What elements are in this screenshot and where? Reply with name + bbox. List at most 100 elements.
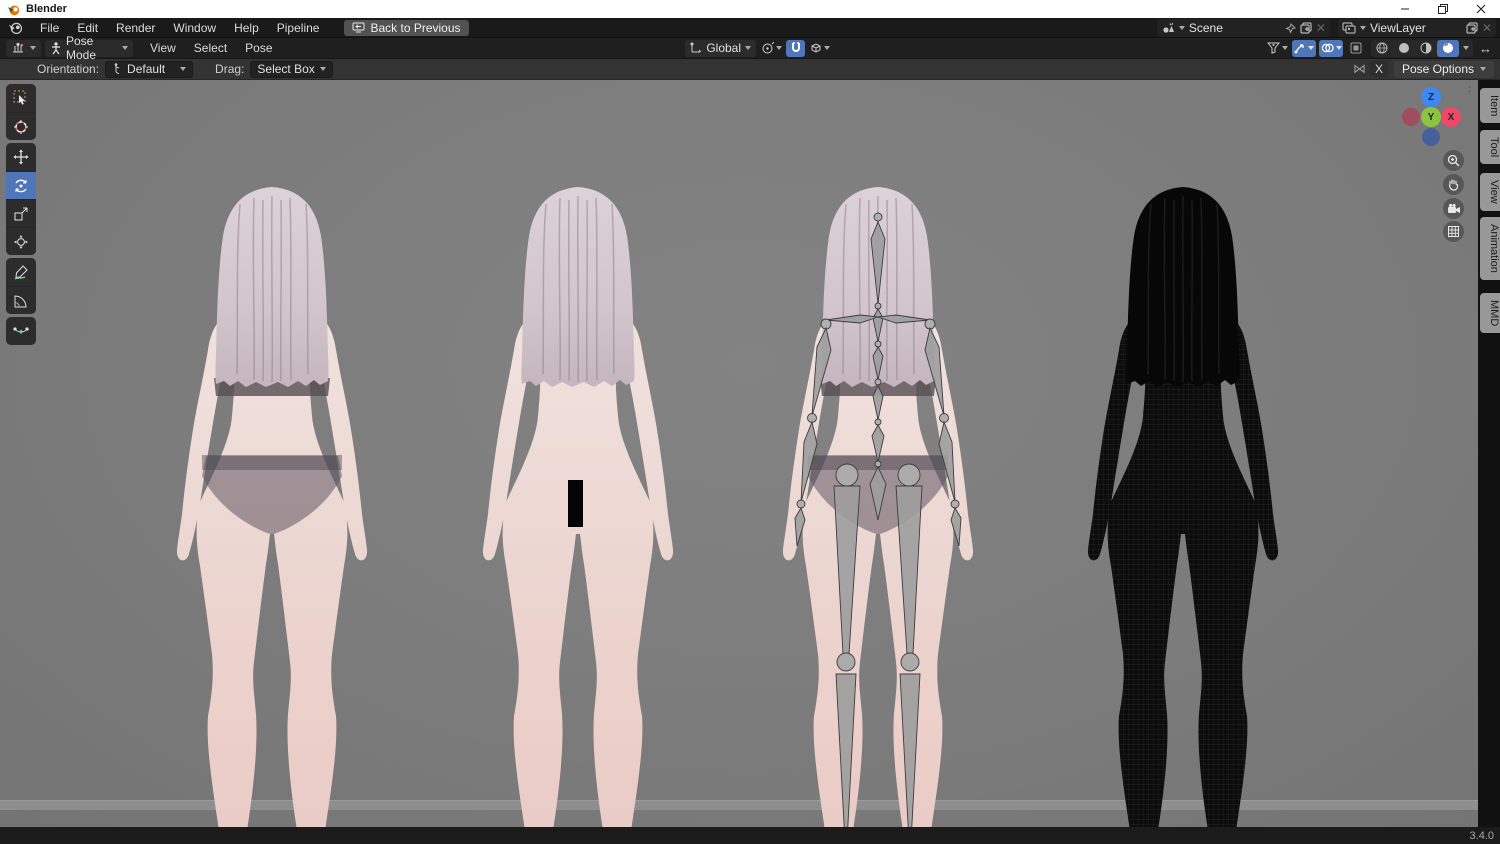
tool-scale[interactable] xyxy=(6,199,36,227)
gizmo-axis-z[interactable]: Z xyxy=(1421,87,1441,107)
flip-region-icon[interactable]: ↔ xyxy=(1479,41,1492,56)
pose-options-dropdown[interactable]: Pose Options xyxy=(1393,60,1494,78)
tool-transform[interactable] xyxy=(6,227,36,255)
mode-selector[interactable]: Pose Mode xyxy=(45,34,133,62)
snap-increment-icon xyxy=(811,43,821,53)
tool-cursor[interactable] xyxy=(6,112,36,140)
pin-icon[interactable] xyxy=(1285,22,1296,34)
menu-select[interactable]: Select xyxy=(185,41,236,55)
viewport-header: Pose Mode View Select Pose Global ↔ xyxy=(0,34,1500,62)
viewlayer-browse-chevron[interactable] xyxy=(1359,26,1366,30)
maximize-button[interactable] xyxy=(1424,0,1462,18)
shading-wireframe-button[interactable] xyxy=(1371,40,1393,57)
pivot-point-selector[interactable] xyxy=(759,40,783,57)
mirror-x-toggle[interactable]: X xyxy=(1369,61,1388,77)
menu-bar: File Edit Render Window Help Pipeline Ba… xyxy=(0,18,1500,38)
orientation-dropdown[interactable]: Default xyxy=(105,60,194,78)
mirror-pose-icon[interactable]: ⋈ xyxy=(1353,61,1366,77)
version-label: 3.4.0 xyxy=(1469,829,1494,842)
show-overlays-toggle[interactable] xyxy=(1319,39,1343,57)
censor-bar xyxy=(568,480,583,527)
drag-label: Drag: xyxy=(215,62,245,76)
perspective-toggle-button[interactable] xyxy=(1443,221,1464,242)
shading-chevron[interactable] xyxy=(1463,46,1469,50)
minimize-button[interactable] xyxy=(1386,0,1424,18)
show-gizmo-toggle[interactable] xyxy=(1292,39,1316,57)
sidebar-collapse-handle[interactable]: : xyxy=(1468,84,1472,95)
shading-rendered-button[interactable] xyxy=(1437,39,1459,57)
scene-selector[interactable]: Scene ✕ xyxy=(1156,19,1330,37)
navigation-gizmo[interactable]: Z X Y xyxy=(1401,87,1461,147)
viewport-3d[interactable]: Z X Y : Item Tool View Animation MMD xyxy=(0,80,1500,827)
viewlayer-selector[interactable]: ViewLayer ✕ xyxy=(1337,19,1496,37)
mode-chevron xyxy=(122,46,128,50)
camera-view-button[interactable] xyxy=(1443,198,1464,219)
menu-file[interactable]: File xyxy=(31,18,68,38)
drag-value: Select Box xyxy=(257,62,315,76)
editor-type-selector[interactable] xyxy=(6,39,41,57)
snap-toggle[interactable] xyxy=(786,39,805,57)
delete-scene-icon: ✕ xyxy=(1315,21,1326,35)
shading-solid-button[interactable] xyxy=(1393,40,1415,57)
pose-options-label: Pose Options xyxy=(1401,62,1474,76)
model-back-textured-underwear[interactable] xyxy=(162,184,382,827)
object-visibility-filter[interactable] xyxy=(1265,40,1289,57)
viewlayer-name[interactable]: ViewLayer xyxy=(1370,21,1462,35)
tool-settings-row: Orientation: Default Drag: Select Box ⋈ … xyxy=(0,59,1500,80)
scene-browse-chevron[interactable] xyxy=(1178,26,1185,30)
menu-help[interactable]: Help xyxy=(225,18,268,38)
zoom-button[interactable] xyxy=(1443,150,1464,171)
model-back-armature-overlay[interactable] xyxy=(768,184,988,827)
pivot-icon xyxy=(762,41,774,53)
tool-measure[interactable] xyxy=(6,286,36,314)
sidebar-tab-strip: Item Tool View Animation MMD xyxy=(1478,80,1500,827)
tool-breakdowner[interactable] xyxy=(6,317,36,345)
tool-select-box[interactable] xyxy=(6,84,36,112)
new-viewlayer-icon[interactable] xyxy=(1466,22,1478,34)
blender-app-icon[interactable] xyxy=(8,21,23,34)
overlays-icon xyxy=(1321,43,1334,53)
gizmo-axis-neg-z[interactable] xyxy=(1422,128,1440,146)
viewlayer-icon xyxy=(1342,22,1356,34)
shading-material-button[interactable] xyxy=(1415,40,1437,57)
back-to-previous-label: Back to Previous xyxy=(370,20,461,35)
pan-button[interactable] xyxy=(1443,174,1464,195)
tool-move[interactable] xyxy=(6,143,36,171)
tool-annotate[interactable] xyxy=(6,258,36,286)
sidebar-tab-view[interactable]: View xyxy=(1480,173,1500,211)
orientation-default-chevron xyxy=(180,67,187,71)
menu-window[interactable]: Window xyxy=(164,18,225,38)
scene-icon xyxy=(1163,22,1174,33)
scene-name[interactable]: Scene xyxy=(1189,21,1281,35)
orientation-global-icon xyxy=(690,42,702,53)
gizmo-arrow-icon xyxy=(1294,44,1304,54)
sidebar-tab-item[interactable]: Item xyxy=(1480,88,1500,124)
gizmo-axis-x[interactable]: X xyxy=(1441,107,1461,127)
sidebar-tab-mmd[interactable]: MMD xyxy=(1480,293,1500,334)
transform-orientation-selector[interactable]: Global xyxy=(685,39,756,57)
close-button[interactable] xyxy=(1462,0,1500,18)
sidebar-tab-animation[interactable]: Animation xyxy=(1480,217,1500,280)
new-scene-icon[interactable] xyxy=(1300,22,1312,34)
material-sphere-icon xyxy=(1420,42,1432,54)
rendered-sphere-icon xyxy=(1443,43,1453,53)
wireframe-sphere-icon xyxy=(1376,42,1388,54)
blender-logo-icon xyxy=(7,4,20,15)
status-bar: 3.4.0 xyxy=(0,827,1500,844)
menu-view[interactable]: View xyxy=(141,41,185,55)
menu-pipeline[interactable]: Pipeline xyxy=(268,18,329,38)
menu-pose[interactable]: Pose xyxy=(236,41,281,55)
model-back-textured-censored[interactable] xyxy=(468,184,688,827)
orientation-default-value: Default xyxy=(127,62,166,76)
tool-rotate[interactable] xyxy=(6,171,36,199)
overlays-chevron xyxy=(1335,46,1342,50)
back-to-previous-button[interactable]: Back to Previous xyxy=(344,19,469,36)
editor-type-chevron xyxy=(30,46,36,50)
xray-toggle[interactable] xyxy=(1346,40,1365,57)
snap-settings[interactable] xyxy=(808,40,832,57)
model-back-wireframe[interactable] xyxy=(1073,184,1293,827)
gizmo-axis-y[interactable]: Y xyxy=(1421,107,1441,127)
sidebar-tab-tool[interactable]: Tool xyxy=(1480,130,1500,165)
drag-dropdown[interactable]: Select Box xyxy=(250,60,333,78)
gizmo-axis-neg-x[interactable] xyxy=(1402,108,1420,126)
